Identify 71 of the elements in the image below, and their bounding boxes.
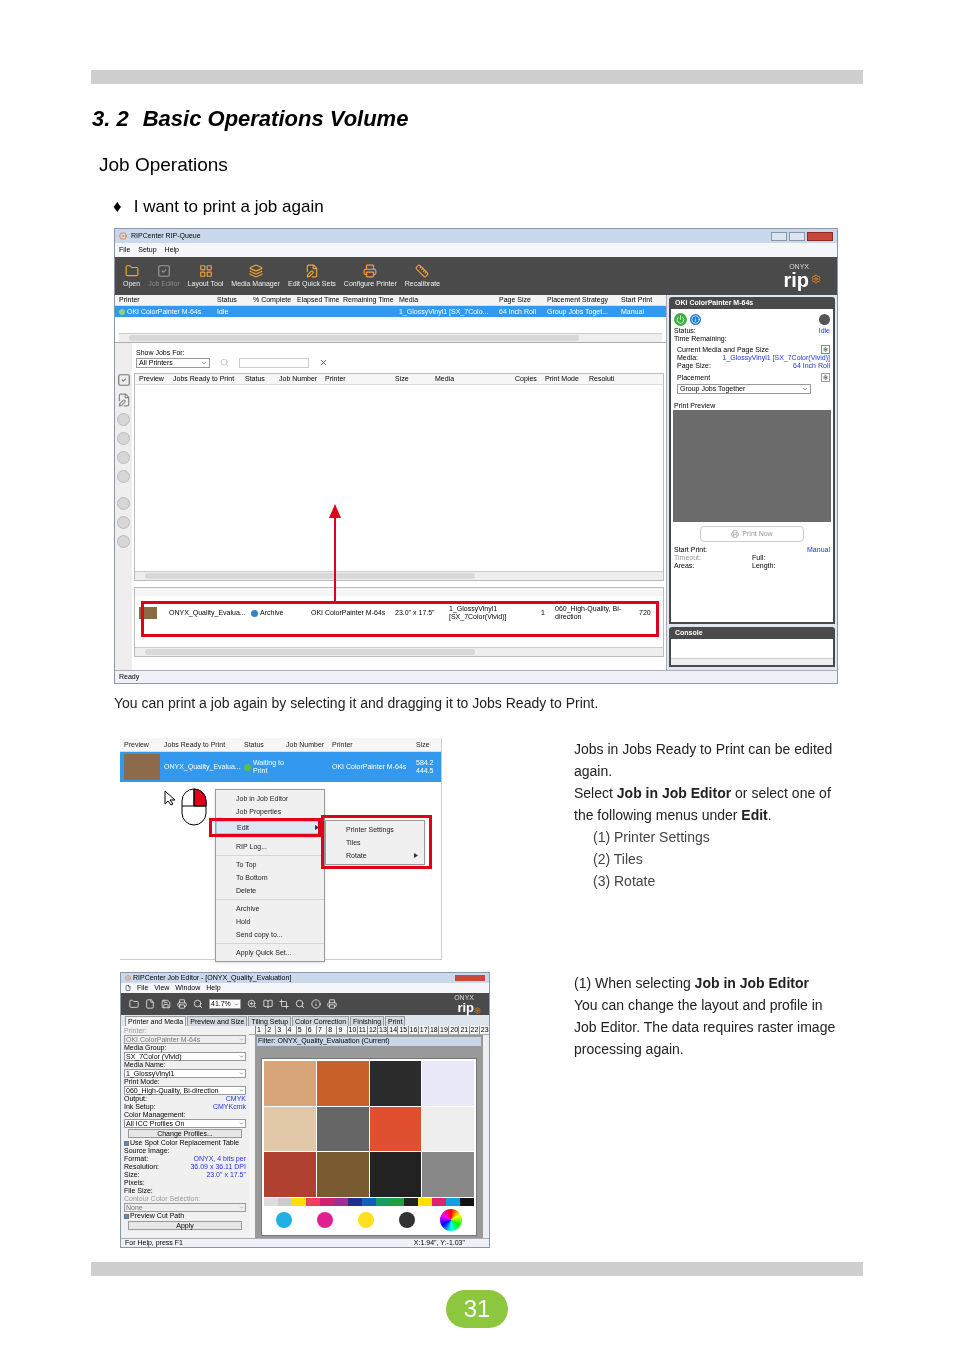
crop-icon[interactable] <box>279 999 289 1009</box>
app-icon <box>119 232 127 240</box>
caret-icon <box>802 386 808 392</box>
caret-icon <box>201 359 207 366</box>
scrollbar[interactable] <box>135 647 663 656</box>
gear-icon <box>811 273 821 284</box>
paragraph: You can change the layout and profile in Job Editor. The data requires raster image processing again. <box>574 996 836 1059</box>
logo-text: rip <box>783 269 809 290</box>
section-number: 3. 2 <box>92 105 129 133</box>
scrollbar[interactable] <box>135 571 663 580</box>
file-edit-icon <box>304 264 319 278</box>
option-item: (2) Tiles <box>592 850 644 869</box>
settings-icon[interactable] <box>821 345 830 354</box>
search-icon <box>220 358 229 367</box>
app-icon <box>125 975 131 981</box>
folder-icon[interactable] <box>129 999 139 1009</box>
folder-icon <box>124 264 139 278</box>
zoom-in-icon[interactable] <box>247 999 257 1009</box>
settings-icon[interactable] <box>821 373 830 382</box>
caret-icon <box>239 1205 244 1210</box>
archive-icon <box>251 609 258 617</box>
paragraph: Jobs in Jobs Ready to Print can be edited again. <box>574 740 834 781</box>
scrollbar[interactable] <box>671 658 833 665</box>
layers-icon <box>248 264 263 278</box>
heading: Job Operations <box>99 153 229 177</box>
power-icon[interactable] <box>674 312 687 326</box>
save-icon[interactable] <box>161 999 171 1009</box>
info-icon[interactable] <box>311 999 321 1009</box>
logo-text: rip <box>457 1001 474 1014</box>
printer-icon[interactable] <box>177 999 187 1009</box>
option-item: (1) Printer Settings <box>592 828 711 847</box>
layout-icon <box>198 264 213 278</box>
caret-icon <box>234 1001 239 1007</box>
scrollbar[interactable] <box>119 333 662 342</box>
search-field[interactable] <box>239 357 309 368</box>
printer-icon <box>363 264 378 278</box>
section-title: Basic Operations Volume <box>142 105 409 133</box>
photo-placeholder <box>124 754 160 780</box>
caret-icon <box>239 1071 244 1076</box>
paragraph: Select Job in Job Editor or select one of the following menus under Edit. <box>574 784 832 825</box>
checkbox-icon <box>156 264 171 278</box>
printer-icon[interactable] <box>327 999 337 1009</box>
check-icon[interactable] <box>116 373 131 387</box>
caret-icon <box>239 1088 244 1093</box>
minimize-button[interactable] <box>771 231 787 241</box>
printer-icon <box>731 530 740 538</box>
gear-icon <box>474 1007 481 1014</box>
cursor-icon <box>164 790 176 806</box>
scrollbar[interactable] <box>483 1035 489 1238</box>
caption: You can print a job again by selecting it and dragging it to Jobs Ready to Print. <box>114 694 600 713</box>
maximize-button[interactable] <box>789 231 805 241</box>
ruler-icon <box>415 264 430 278</box>
search-icon[interactable] <box>193 999 203 1009</box>
mouse-drawing <box>181 788 207 826</box>
page-number: 31 <box>463 1294 491 1324</box>
option-item: (3) Rotate <box>592 872 657 891</box>
topic-title: I want to print a job again <box>133 195 324 218</box>
close-icon[interactable] <box>319 358 328 367</box>
checkbox[interactable] <box>124 1213 129 1219</box>
close-button[interactable] <box>807 231 833 241</box>
caret-icon <box>239 1037 244 1042</box>
bullet: ♦ <box>113 195 122 218</box>
book-icon[interactable] <box>263 999 273 1009</box>
checkbox[interactable] <box>124 1140 129 1146</box>
file-icon[interactable] <box>145 999 155 1009</box>
caret-icon <box>239 1054 244 1059</box>
caret-icon <box>239 1121 244 1126</box>
edit-icon[interactable] <box>116 393 131 407</box>
document-icon <box>125 985 131 991</box>
search-icon[interactable] <box>295 999 305 1009</box>
paragraph-title: (1) When selecting Job in Job Editor <box>574 974 810 993</box>
